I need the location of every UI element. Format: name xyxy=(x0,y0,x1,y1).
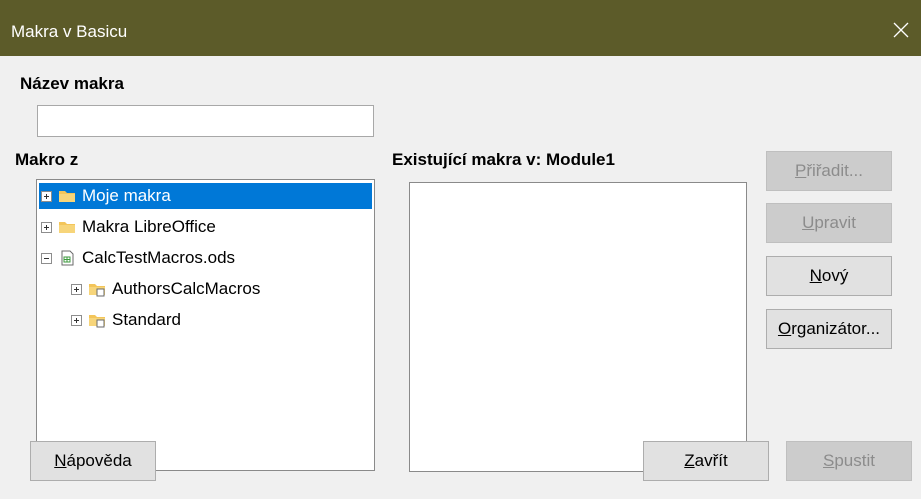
tree-item-authorscalcmacros[interactable]: AuthorsCalcMacros xyxy=(71,276,260,302)
macro-name-label: Název makra xyxy=(20,74,124,93)
button-label: pravit xyxy=(814,213,856,232)
mnemonic: P xyxy=(794,161,807,180)
macro-name-input[interactable] xyxy=(37,105,374,137)
mnemonic: N xyxy=(809,266,822,285)
organizer-button[interactable]: Organizátor... xyxy=(766,309,892,349)
tree-item-label: Makra LibreOffice xyxy=(82,217,216,236)
tree-item-label: CalcTestMacros.ods xyxy=(82,248,236,267)
tree-item-standard[interactable]: Standard xyxy=(71,307,181,333)
tree-item-label: Standard xyxy=(112,310,181,329)
mnemonic: Z xyxy=(684,451,695,470)
collapse-minus-icon[interactable] xyxy=(41,252,52,264)
mnemonic: S xyxy=(823,451,835,470)
assign-button[interactable]: Přiřadit... xyxy=(766,151,892,191)
spreadsheet-document-icon xyxy=(61,250,74,266)
existing-macros-label: Existující makra v: Module1 xyxy=(392,150,615,169)
tree-item-label: AuthorsCalcMacros xyxy=(112,279,261,298)
dialog-body: Název makra Makro z Moje makra Makra Lib… xyxy=(0,56,921,499)
library-folder-icon xyxy=(89,315,105,328)
button-label: ápověda xyxy=(66,451,132,470)
tree-item-makra-libreoffice[interactable]: Makra LibreOffice xyxy=(41,214,216,240)
macro-from-label: Makro z xyxy=(15,150,79,169)
button-label: ový xyxy=(821,266,849,285)
button-label: řiřadit... xyxy=(806,161,864,180)
close-button[interactable]: Zavřít xyxy=(643,441,769,481)
button-label: pustit xyxy=(834,451,875,470)
expand-plus-icon[interactable] xyxy=(71,283,82,295)
title-bar: Makra v Basicu xyxy=(0,0,921,56)
run-button[interactable]: Spustit xyxy=(786,441,912,481)
library-folder-icon xyxy=(89,284,105,297)
button-label: avřít xyxy=(694,451,728,470)
button-label: rganizátor... xyxy=(791,319,881,338)
close-icon[interactable] xyxy=(881,10,921,50)
edit-button[interactable]: Upravit xyxy=(766,203,892,243)
window-title: Makra v Basicu xyxy=(11,22,128,41)
expand-plus-icon[interactable] xyxy=(71,314,82,326)
folder-icon xyxy=(59,191,75,202)
tree-item-label: Moje makra xyxy=(82,186,171,205)
folder-icon xyxy=(59,222,75,233)
macro-library-tree[interactable]: Moje makra Makra LibreOffice CalcTestMac… xyxy=(36,179,375,471)
tree-item-calctestmacros[interactable]: CalcTestMacros.ods xyxy=(41,245,235,271)
tree-item-moje-makra[interactable]: Moje makra xyxy=(39,183,372,209)
existing-macros-list[interactable] xyxy=(409,182,747,472)
mnemonic: N xyxy=(54,451,67,470)
expand-plus-icon[interactable] xyxy=(41,190,52,202)
help-button[interactable]: Nápověda xyxy=(30,441,156,481)
expand-plus-icon[interactable] xyxy=(41,221,52,233)
mnemonic: O xyxy=(777,319,792,338)
new-button[interactable]: Nový xyxy=(766,256,892,296)
mnemonic: U xyxy=(802,213,815,232)
